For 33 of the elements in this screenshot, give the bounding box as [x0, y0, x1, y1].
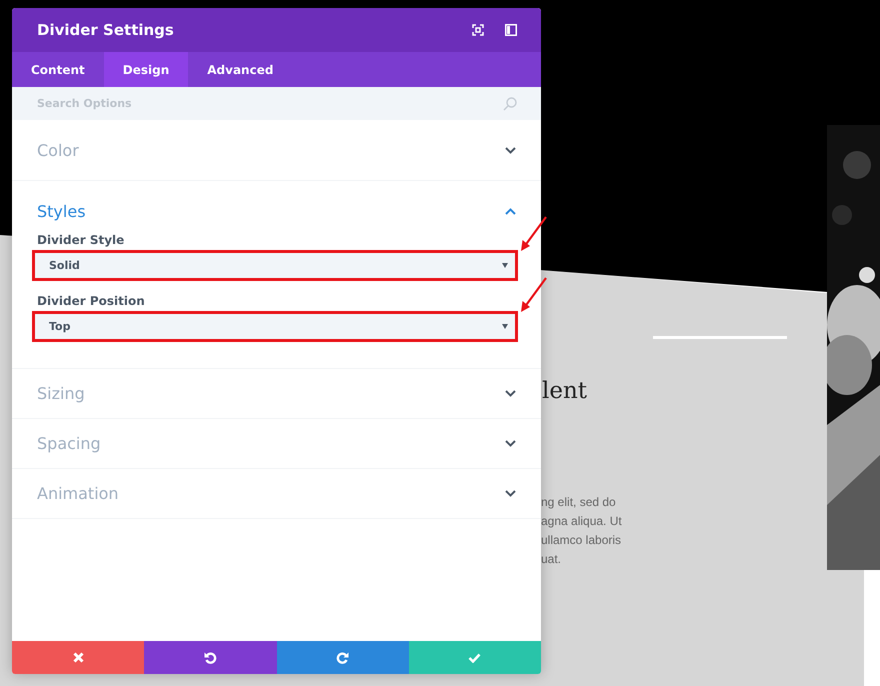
paragraph-line: uat. [541, 551, 562, 568]
annotation-arrow [520, 277, 548, 313]
tab[interactable]: Advanced [188, 52, 292, 87]
chevron-down-icon [505, 390, 516, 397]
redo-icon [336, 651, 350, 664]
tab[interactable]: Design [104, 52, 188, 87]
sidebar-icon[interactable] [505, 24, 517, 36]
field-label: Divider Position [36, 294, 146, 308]
field-label: Divider Style [36, 233, 126, 247]
expand-icon[interactable] [472, 24, 484, 36]
dropdown[interactable]: Solid [32, 250, 518, 281]
undo-icon [204, 651, 217, 664]
chevron-up-icon [505, 208, 516, 214]
cancel-button[interactable] [12, 641, 144, 674]
page-heading: lent [542, 378, 588, 404]
chevron-down-icon [505, 440, 516, 447]
chevron-down-icon [505, 490, 516, 497]
tab[interactable]: Content [12, 52, 104, 87]
dropdown-arrow-icon [502, 263, 508, 268]
paragraph-line: ng elit, sed do [541, 494, 617, 511]
dropdown-arrow-icon [502, 324, 508, 329]
paragraph-line: ullamco laboris [541, 532, 622, 549]
checkmark-icon [468, 652, 482, 662]
redo-button[interactable] [276, 641, 409, 674]
save-button[interactable] [408, 641, 541, 674]
annotation-arrow [520, 216, 548, 252]
window-title: Divider Settings [37, 21, 174, 39]
close-icon [72, 652, 84, 663]
paragraph-line: agna aliqua. Ut [541, 513, 622, 530]
dropdown[interactable]: Top [32, 311, 518, 342]
chevron-down-icon [505, 146, 516, 154]
search-icon [503, 96, 517, 110]
undo-button[interactable] [144, 641, 276, 674]
